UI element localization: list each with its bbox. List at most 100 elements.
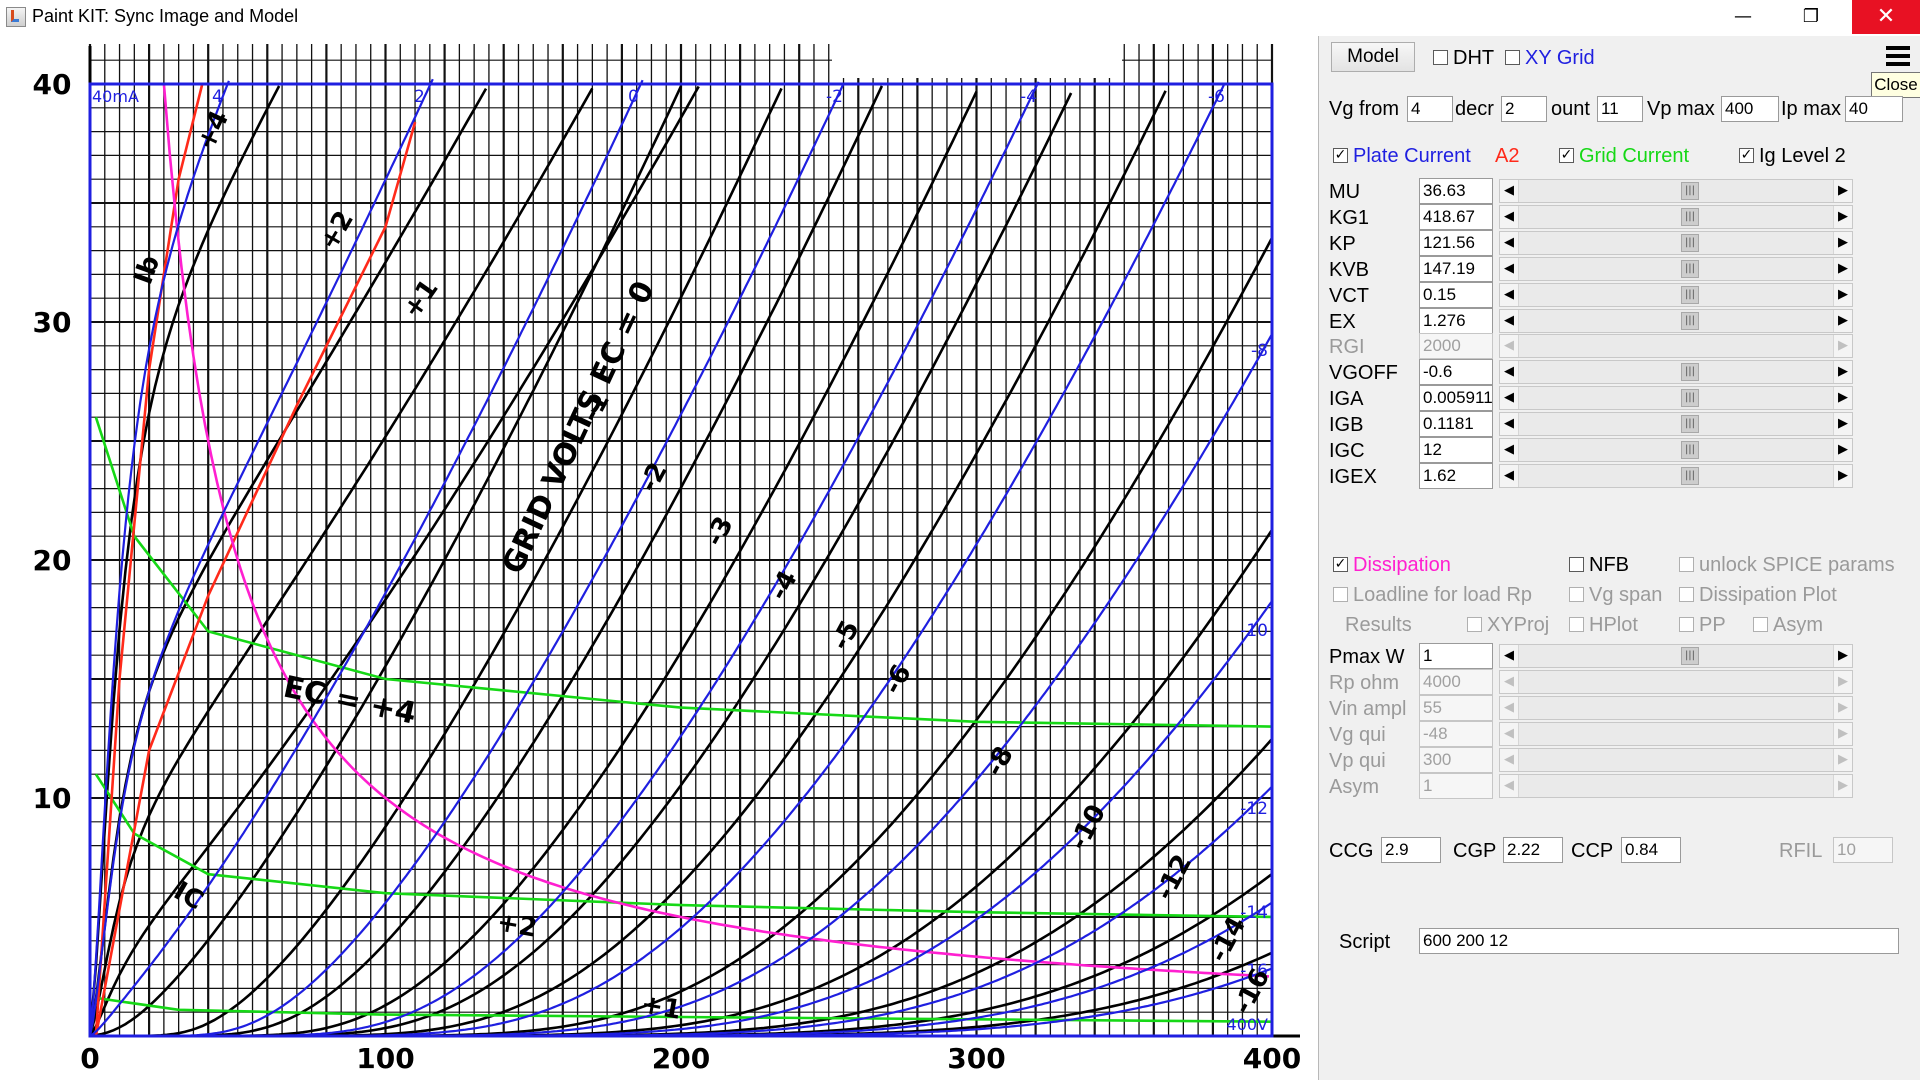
plate-curve-plot[interactable]: 0 100 200 300 400 10 20 30 40 40mA 400V 4 2 0 -2 -4 -6 -8… — [0, 36, 1318, 1080]
slider-track[interactable]: ||| — [1519, 180, 1833, 202]
scroll-left-icon[interactable]: ◀ — [1500, 309, 1519, 332]
scroll-left-icon[interactable]: ◀ — [1500, 774, 1519, 797]
slider-thumb[interactable]: ||| — [1681, 233, 1699, 252]
scroll-right-icon[interactable]: ▶ — [1833, 180, 1852, 202]
param-iga-slider[interactable]: ◀ ||| ▶ — [1499, 386, 1853, 411]
param-igc-slider[interactable]: ◀ ||| ▶ — [1499, 438, 1853, 462]
scroll-right-icon[interactable]: ▶ — [1833, 774, 1852, 797]
slider-thumb[interactable]: ||| — [1681, 311, 1699, 330]
pp-checkbox[interactable] — [1679, 617, 1694, 632]
slider-track[interactable]: ||| — [1519, 748, 1833, 771]
setting-vin-ampl-slider[interactable]: ◀|||▶ — [1499, 695, 1853, 720]
slider-thumb[interactable]: ||| — [1681, 647, 1699, 665]
dissipation-checkbox[interactable]: ✓ — [1333, 557, 1348, 572]
asym-checkbox[interactable] — [1753, 617, 1768, 632]
scroll-right-icon[interactable]: ▶ — [1833, 696, 1852, 719]
scroll-right-icon[interactable]: ▶ — [1833, 748, 1852, 771]
scroll-right-icon[interactable]: ▶ — [1833, 335, 1852, 358]
vp-max-field[interactable]: 400 — [1721, 96, 1779, 122]
scroll-right-icon[interactable]: ▶ — [1833, 439, 1852, 461]
slider-thumb[interactable]: ||| — [1681, 363, 1699, 382]
scroll-left-icon[interactable]: ◀ — [1500, 257, 1519, 280]
param-rgi-slider[interactable]: ◀|||▶ — [1499, 334, 1853, 359]
ig-level-checkbox[interactable]: ✓ — [1739, 148, 1754, 163]
slider-track[interactable]: ||| — [1519, 283, 1833, 306]
setting-vg-qui-field[interactable]: -48 — [1419, 720, 1493, 747]
decr-field[interactable]: 2 — [1501, 96, 1547, 122]
nfb-checkbox[interactable] — [1569, 557, 1584, 572]
scroll-left-icon[interactable]: ◀ — [1500, 748, 1519, 771]
scroll-left-icon[interactable]: ◀ — [1500, 335, 1519, 358]
scroll-right-icon[interactable]: ▶ — [1833, 722, 1852, 745]
scroll-left-icon[interactable]: ◀ — [1500, 283, 1519, 306]
slider-track[interactable]: ||| — [1519, 231, 1833, 254]
model-button[interactable]: Model — [1331, 42, 1415, 72]
slider-track[interactable]: ||| — [1519, 722, 1833, 745]
ccp-field[interactable]: 0.84 — [1621, 837, 1681, 863]
grid-current-checkbox[interactable]: ✓ — [1559, 148, 1574, 163]
setting-pmax-w-field[interactable]: 1 — [1419, 643, 1493, 669]
param-vgoff-slider[interactable]: ◀ ||| ▶ — [1499, 360, 1853, 385]
scroll-right-icon[interactable]: ▶ — [1833, 645, 1852, 667]
scroll-left-icon[interactable]: ◀ — [1500, 670, 1519, 693]
slider-thumb[interactable]: ||| — [1681, 441, 1699, 459]
plate-current-checkbox[interactable]: ✓ — [1333, 148, 1348, 163]
param-kvb-field[interactable]: 147.19 — [1419, 255, 1493, 282]
setting-vg-qui-slider[interactable]: ◀|||▶ — [1499, 721, 1853, 746]
close-window-button[interactable]: ✕ — [1852, 0, 1920, 34]
param-iga-field[interactable]: 0.005911 — [1419, 385, 1493, 412]
scroll-left-icon[interactable]: ◀ — [1500, 231, 1519, 254]
scroll-left-icon[interactable]: ◀ — [1500, 722, 1519, 745]
slider-track[interactable]: ||| — [1519, 205, 1833, 228]
scroll-right-icon[interactable]: ▶ — [1833, 309, 1852, 332]
param-kp-slider[interactable]: ◀ ||| ▶ — [1499, 230, 1853, 255]
setting-vin-ampl-field[interactable]: 55 — [1419, 694, 1493, 721]
slider-track[interactable]: ||| — [1519, 387, 1833, 410]
slider-track[interactable]: ||| — [1519, 335, 1833, 358]
dht-checkbox[interactable] — [1433, 50, 1448, 65]
scroll-right-icon[interactable]: ▶ — [1833, 257, 1852, 280]
setting-asym-field[interactable]: 1 — [1419, 772, 1493, 799]
slider-thumb[interactable]: ||| — [1681, 389, 1699, 408]
param-vct-slider[interactable]: ◀ ||| ▶ — [1499, 282, 1853, 307]
ip-max-field[interactable]: 40 — [1845, 96, 1903, 122]
setting-rp-ohm-field[interactable]: 4000 — [1419, 668, 1493, 695]
scroll-left-icon[interactable]: ◀ — [1500, 361, 1519, 384]
hplot-checkbox[interactable] — [1569, 617, 1584, 632]
param-mu-slider[interactable]: ◀ ||| ▶ — [1499, 179, 1853, 203]
setting-vp-qui-slider[interactable]: ◀|||▶ — [1499, 747, 1853, 772]
scroll-right-icon[interactable]: ▶ — [1833, 670, 1852, 693]
slider-track[interactable]: ||| — [1519, 361, 1833, 384]
param-igb-slider[interactable]: ◀ ||| ▶ — [1499, 412, 1853, 437]
scroll-left-icon[interactable]: ◀ — [1500, 645, 1519, 667]
setting-pmax-w-slider[interactable]: ◀ ||| ▶ — [1499, 644, 1853, 668]
plot-canvas[interactable]: 0 100 200 300 40010203040 40mA400V4 2 0 -2 -4 -6-8… — [0, 36, 1318, 1080]
scroll-left-icon[interactable]: ◀ — [1500, 205, 1519, 228]
slider-thumb[interactable]: ||| — [1681, 259, 1699, 278]
vg-from-field[interactable]: 4 — [1407, 96, 1453, 122]
slider-thumb[interactable]: ||| — [1681, 207, 1699, 226]
count-field[interactable]: 11 — [1597, 96, 1643, 122]
slider-thumb[interactable]: ||| — [1681, 415, 1699, 434]
param-kp-field[interactable]: 121.56 — [1419, 229, 1493, 256]
slider-thumb[interactable]: ||| — [1681, 285, 1699, 304]
scroll-left-icon[interactable]: ◀ — [1500, 696, 1519, 719]
slider-thumb[interactable]: ||| — [1681, 182, 1699, 200]
menu-icon[interactable] — [1879, 42, 1917, 72]
rfil-field[interactable]: 10 — [1833, 837, 1893, 863]
minimize-button[interactable]: — — [1714, 0, 1772, 34]
scroll-right-icon[interactable]: ▶ — [1833, 464, 1852, 487]
param-ex-slider[interactable]: ◀ ||| ▶ — [1499, 308, 1853, 333]
scroll-left-icon[interactable]: ◀ — [1500, 439, 1519, 461]
scroll-right-icon[interactable]: ▶ — [1833, 387, 1852, 410]
xy-grid-checkbox[interactable] — [1505, 50, 1520, 65]
xyproj-checkbox[interactable] — [1467, 617, 1482, 632]
param-igb-field[interactable]: 0.1181 — [1419, 411, 1493, 438]
loadline-checkbox[interactable] — [1333, 587, 1348, 602]
param-igex-field[interactable]: 1.62 — [1419, 462, 1493, 489]
param-igc-field[interactable]: 12 — [1419, 437, 1493, 463]
param-vct-field[interactable]: 0.15 — [1419, 281, 1493, 308]
param-vgoff-field[interactable]: -0.6 — [1419, 359, 1493, 386]
script-field[interactable]: 600 200 12 — [1419, 928, 1899, 954]
param-rgi-field[interactable]: 2000 — [1419, 333, 1493, 360]
